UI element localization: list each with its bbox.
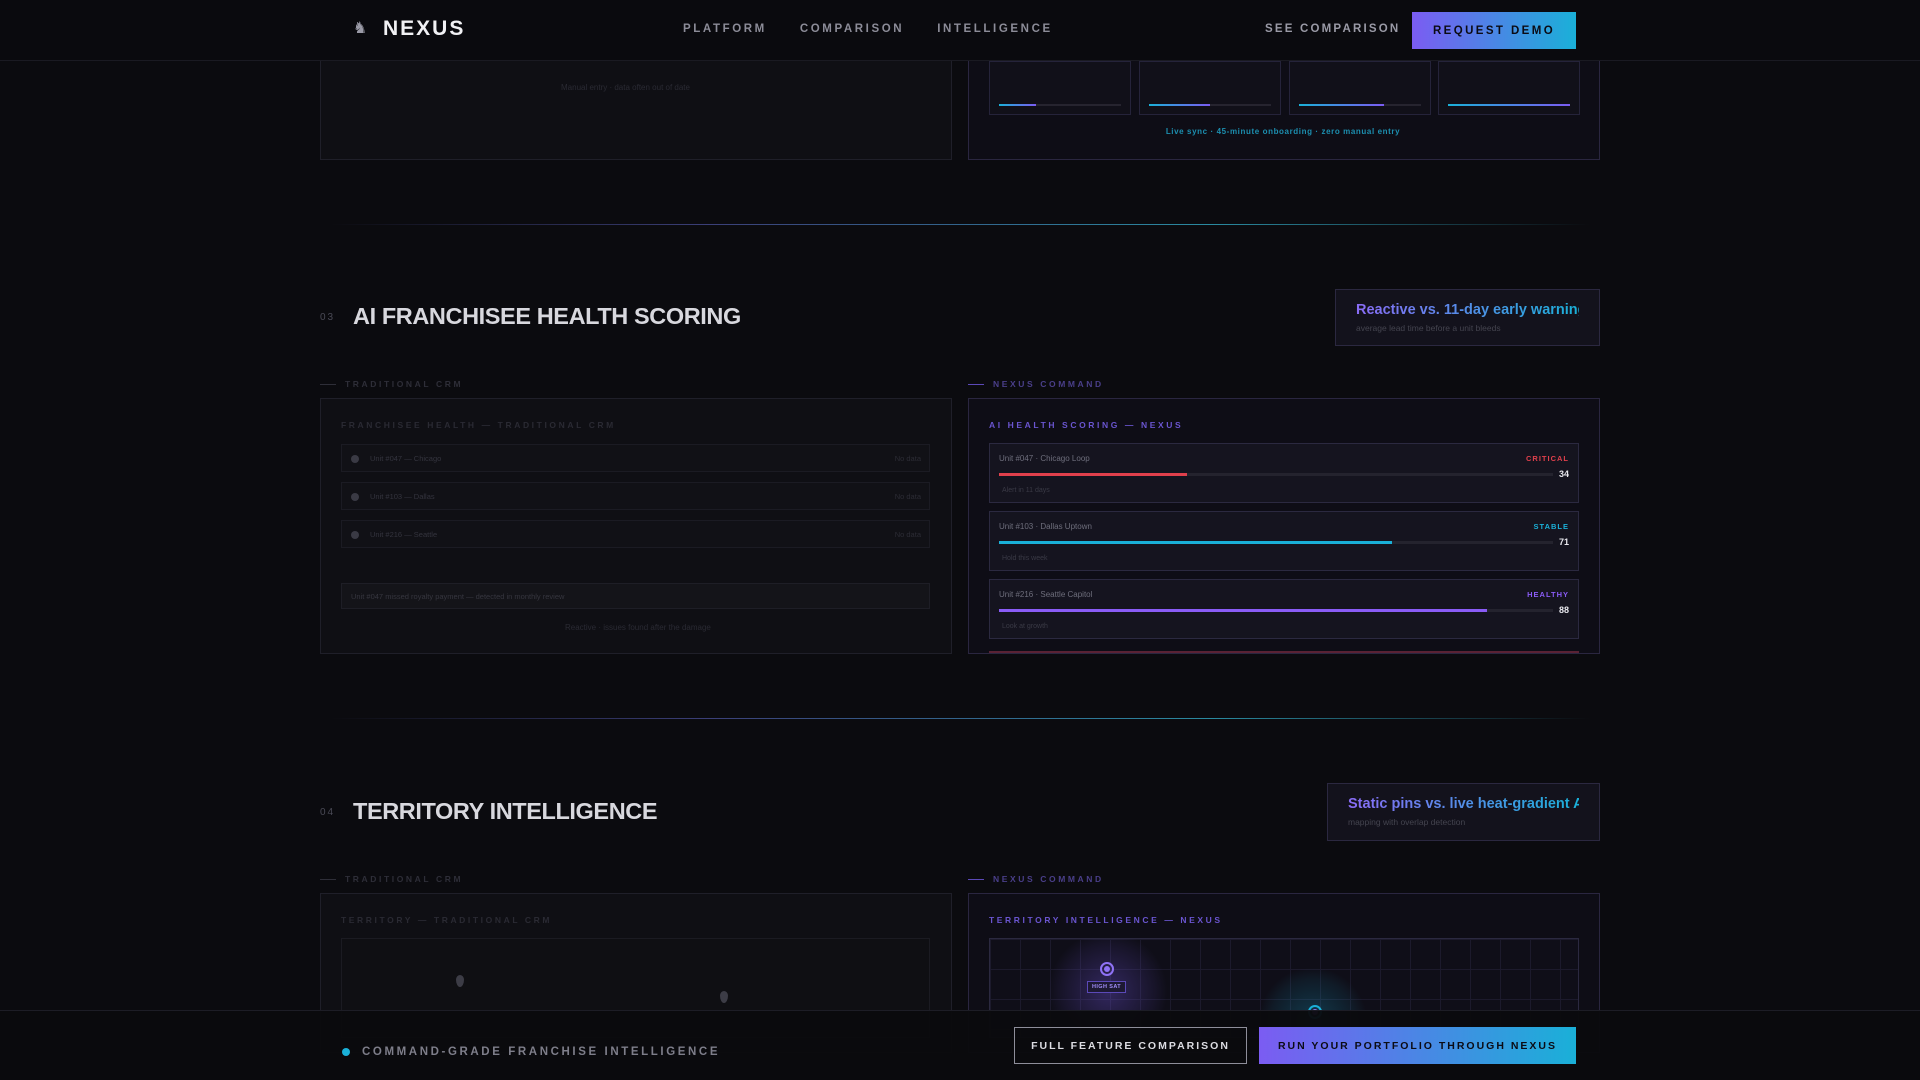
score-bar	[999, 473, 1188, 476]
trad-alert-note: Unit #047 missed royalty payment — detec…	[341, 583, 930, 609]
row-note: Look at growth	[1002, 623, 1048, 630]
main-nav: PLATFORM COMPARISON INTELLIGENCE	[683, 23, 1053, 35]
sticky-footer-bar: COMMAND-GRADE FRANCHISE INTELLIGENCE	[0, 1010, 1920, 1080]
nav-comparison[interactable]: COMPARISON	[800, 23, 904, 35]
score-track	[999, 473, 1553, 476]
run-portfolio-button[interactable]: RUN YOUR PORTFOLIO THROUGH NEXUS	[1259, 1027, 1576, 1064]
nexus-command-label: NEXUS COMMAND	[968, 379, 1104, 389]
row-note: Hold this week	[1002, 555, 1048, 562]
panel-title: TERRITORY INTELLIGENCE — NEXUS	[989, 915, 1223, 925]
section-title: AI FRANCHISEE HEALTH SCORING	[353, 303, 741, 329]
panel-title: FRANCHISEE HEALTH — TRADITIONAL CRM	[341, 420, 616, 430]
callout-title: Reactive vs. 11-day early warning	[1356, 302, 1587, 318]
brand[interactable]: ♞ NEXUS	[351, 17, 465, 41]
score-bar	[999, 541, 1393, 544]
map-pin-icon	[456, 975, 464, 987]
health-score-row[interactable]: Unit #216 · Seattle Capitol HEALTHY 88 L…	[989, 579, 1579, 639]
nav-platform[interactable]: PLATFORM	[683, 23, 767, 35]
section-number: 03	[320, 312, 336, 323]
brand-name: NEXUS	[383, 17, 466, 40]
sync-metric-card	[1438, 61, 1580, 115]
status-badge: STABLE	[1533, 522, 1569, 531]
map-pin-icon	[720, 991, 728, 1003]
list-item: Unit #047 — Chicago No data	[341, 444, 930, 472]
nav-intelligence[interactable]: INTELLIGENCE	[937, 23, 1053, 35]
score-value: 88	[1558, 605, 1569, 615]
score-bar	[999, 609, 1487, 612]
callout-subtitle: average lead time before a unit bleeds	[1356, 323, 1501, 333]
sync-metric-card	[1289, 61, 1431, 115]
score-track	[999, 609, 1553, 612]
health-callout: Reactive vs. 11-day early warning averag…	[1335, 289, 1600, 346]
score-track	[999, 541, 1553, 544]
trad-ghost-text: Manual entry · data often out of date	[561, 83, 690, 92]
live-sync-caption: Live sync · 45-minute onboarding · zero …	[1165, 127, 1401, 136]
unit-name: Unit #216 · Seattle Capitol	[999, 590, 1093, 599]
panel-title: TERRITORY — TRADITIONAL CRM	[341, 915, 553, 925]
health-score-row[interactable]: Unit #047 · Chicago Loop CRITICAL 34 Ale…	[989, 443, 1579, 503]
see-comparison-link[interactable]: SEE COMPARISON	[1265, 23, 1400, 35]
top-nav-bar: ♞ NEXUS PLATFORM COMPARISON INTELLIGENCE…	[0, 0, 1920, 61]
section-divider	[330, 718, 1590, 719]
alert-strip	[989, 651, 1579, 653]
sync-progress-bar	[999, 104, 1036, 106]
callout-title: Static pins vs. live heat-gradient AI	[1348, 796, 1588, 812]
row-note: Alert in 11 days	[1002, 487, 1050, 494]
trad-footer-text: Reactive · issues found after the damage	[565, 623, 711, 632]
hotspot-target-icon[interactable]	[1100, 962, 1114, 976]
sync-metric-card	[989, 61, 1131, 115]
sync-progress-bar	[1299, 104, 1385, 106]
section-divider	[330, 224, 1590, 225]
list-item: Unit #103 — Dallas No data	[341, 482, 930, 510]
score-value: 71	[1558, 537, 1569, 547]
score-value: 34	[1558, 469, 1569, 479]
sync-metric-card	[1139, 61, 1281, 115]
unit-name: Unit #047 · Chicago Loop	[999, 454, 1090, 463]
footer-tagline: COMMAND-GRADE FRANCHISE INTELLIGENCE	[362, 1046, 721, 1058]
panel-title: AI HEALTH SCORING — NEXUS	[989, 420, 1184, 430]
section-number: 04	[320, 807, 336, 818]
list-item: Unit #216 — Seattle No data	[341, 520, 930, 548]
full-feature-comparison-button[interactable]: FULL FEATURE COMPARISON	[1014, 1027, 1247, 1064]
nexus-command-label: NEXUS COMMAND	[968, 874, 1104, 884]
page: ♞ NEXUS PLATFORM COMPARISON INTELLIGENCE…	[0, 0, 1920, 1080]
status-dot-icon	[342, 1048, 350, 1056]
sync-progress-bar	[1448, 104, 1570, 106]
section-title: TERRITORY INTELLIGENCE	[353, 798, 658, 824]
traditional-crm-label: TRADITIONAL CRM	[320, 379, 463, 389]
hotspot-label: HIGH SAT	[1087, 981, 1127, 993]
unit-name: Unit #103 · Dallas Uptown	[999, 522, 1092, 531]
territory-callout: Static pins vs. live heat-gradient AI ma…	[1327, 783, 1600, 841]
traditional-crm-label: TRADITIONAL CRM	[320, 874, 463, 884]
chess-knight-icon: ♞	[352, 20, 368, 37]
request-demo-button[interactable]: REQUEST DEMO	[1412, 12, 1576, 49]
status-badge: CRITICAL	[1526, 454, 1569, 463]
status-badge: HEALTHY	[1527, 590, 1569, 599]
health-score-row[interactable]: Unit #103 · Dallas Uptown STABLE 71 Hold…	[989, 511, 1579, 571]
callout-subtitle: mapping with overlap detection	[1348, 817, 1466, 827]
sync-progress-bar	[1149, 104, 1210, 106]
